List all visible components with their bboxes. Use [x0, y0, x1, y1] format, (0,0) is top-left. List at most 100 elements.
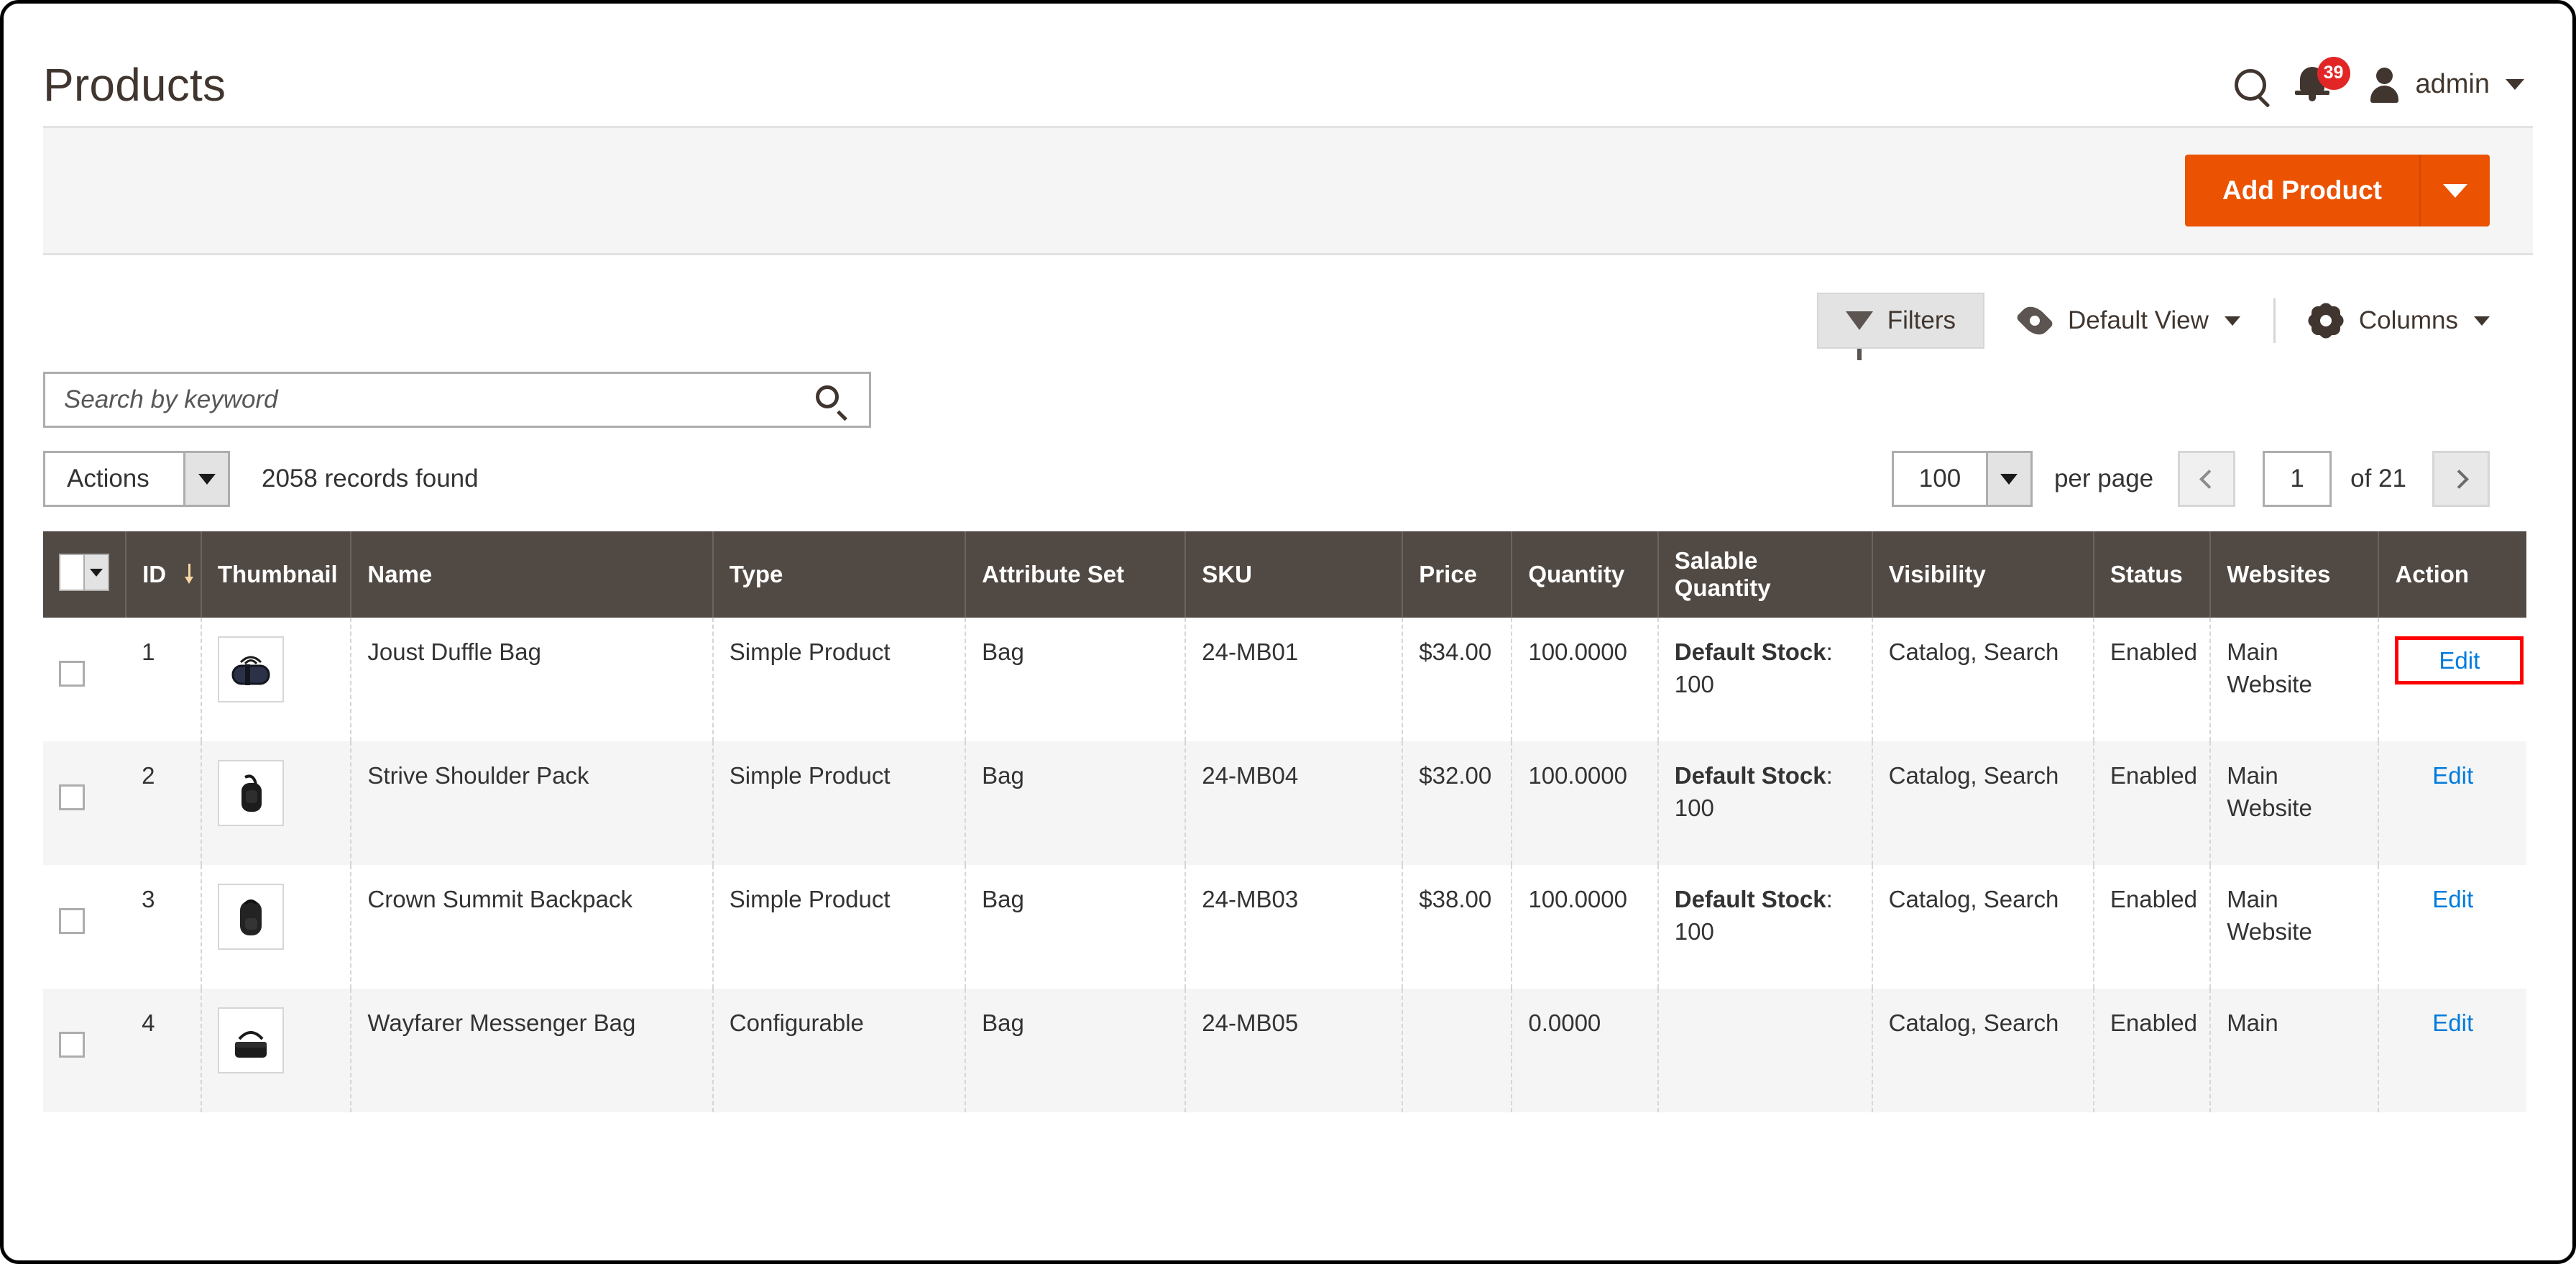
add-product-split-button: Add Product: [2185, 155, 2490, 226]
salable-colon: :: [1826, 762, 1833, 789]
filters-button[interactable]: Filters: [1816, 293, 1985, 360]
search-input[interactable]: [45, 385, 869, 414]
column-header-salable-quantity[interactable]: Salable Quantity: [1657, 531, 1873, 618]
mass-actions-label[interactable]: Actions: [45, 453, 183, 505]
column-header-name[interactable]: Name: [350, 531, 714, 618]
page-title: Products: [43, 58, 226, 111]
salable-stock-value: 100: [1674, 917, 1714, 945]
salable-colon: :: [1826, 638, 1833, 665]
cell-salable-quantity: [1657, 989, 1873, 1112]
column-header-id[interactable]: ID: [125, 531, 202, 618]
row-checkbox[interactable]: [59, 908, 85, 934]
cell-visibility: Catalog, Search: [1872, 865, 2094, 989]
cell-type: Configurable: [712, 989, 967, 1112]
next-page-button[interactable]: [2432, 451, 2490, 507]
column-header-action[interactable]: Action: [2378, 531, 2526, 618]
column-header-quantity[interactable]: Quantity: [1511, 531, 1659, 618]
cell-thumbnail: [201, 989, 352, 1112]
column-header-attribute-set[interactable]: Attribute Set: [965, 531, 1187, 618]
header-actions: 39 admin: [2217, 52, 2534, 118]
table-row: 2 Strive Shoulder Pack Simple Product Ba…: [43, 741, 2526, 865]
edit-link[interactable]: Edit: [2432, 1009, 2473, 1036]
cell-quantity: 100.0000: [1512, 741, 1659, 865]
column-header-thumbnail[interactable]: Thumbnail: [200, 531, 352, 618]
mass-actions-select[interactable]: Actions: [43, 451, 230, 507]
cell-name: Strive Shoulder Pack: [351, 741, 714, 865]
salable-stock-value: 100: [1674, 794, 1714, 821]
edit-link[interactable]: Edit: [2432, 886, 2473, 912]
browser-viewport: Products 39 admin Add Product Filters De…: [0, 0, 2576, 1264]
products-grid-wrapper: ID Thumbnail Name Type Attribute Set SKU…: [43, 507, 2533, 1112]
page-number-input[interactable]: [2265, 464, 2330, 493]
chevron-down-icon: [198, 473, 216, 485]
cell-salable-quantity: Default Stock: 100: [1657, 741, 1873, 865]
page-number-box: [2263, 451, 2332, 507]
columns-dropdown[interactable]: Columns: [2276, 303, 2490, 338]
mass-actions-toggle[interactable]: [183, 453, 228, 505]
cell-attribute-set: Bag: [965, 618, 1187, 741]
add-product-dropdown-toggle[interactable]: [2421, 155, 2490, 226]
row-checkbox[interactable]: [59, 1032, 85, 1058]
cell-visibility: Catalog, Search: [1872, 741, 2094, 865]
cell-websites: Main Website: [2210, 865, 2380, 989]
select-all-dropdown[interactable]: [59, 554, 109, 591]
edit-link[interactable]: Edit: [2432, 762, 2473, 789]
table-row: 4 Wayfarer Messenger Bag Configurable Ba…: [43, 989, 2526, 1112]
previous-page-button[interactable]: [2178, 451, 2236, 507]
column-header-sku[interactable]: SKU: [1184, 531, 1404, 618]
per-page-toggle[interactable]: [1985, 453, 2030, 505]
cell-name: Wayfarer Messenger Bag: [351, 989, 714, 1112]
edit-link[interactable]: Edit: [2439, 647, 2480, 674]
default-view-dropdown[interactable]: Default View: [1984, 303, 2273, 338]
cell-sku: 24-MB04: [1185, 741, 1404, 865]
cell-attribute-set: Bag: [965, 741, 1187, 865]
cell-price: $34.00: [1402, 618, 1513, 741]
row-checkbox[interactable]: [59, 661, 85, 687]
cell-price: $38.00: [1402, 865, 1513, 989]
search-row: [43, 349, 2533, 428]
salable-stock-label: Default Stock: [1674, 886, 1826, 912]
row-checkbox[interactable]: [59, 784, 85, 810]
cell-id: 1: [126, 618, 202, 741]
records-found-count: 2058 records found: [262, 464, 479, 493]
per-page-select[interactable]: 100: [1891, 451, 2033, 507]
cell-type: Simple Product: [712, 618, 967, 741]
admin-page: Products 39 admin Add Product Filters De…: [4, 4, 2572, 1260]
edit-link-highlight: Edit: [2395, 636, 2524, 684]
toolbar-right: 100 per page of 21: [1891, 451, 2490, 507]
chevron-right-icon: [2449, 469, 2469, 489]
search-icon[interactable]: [816, 385, 847, 421]
salable-stock-value: 100: [1674, 670, 1714, 697]
cell-attribute-set: Bag: [965, 989, 1187, 1112]
per-page-value[interactable]: 100: [1894, 453, 1986, 505]
chevron-down-icon: [2000, 473, 2018, 485]
column-header-websites[interactable]: Websites: [2209, 531, 2380, 618]
duffle-bag-thumbnail: [217, 636, 284, 702]
funnel-icon: [1845, 311, 1873, 360]
cell-price: [1402, 989, 1513, 1112]
column-header-price[interactable]: Price: [1402, 531, 1513, 618]
salable-stock-label: Default Stock: [1674, 638, 1826, 665]
salable-colon: :: [1826, 886, 1833, 912]
row-select-cell: [43, 618, 126, 741]
cell-type: Simple Product: [712, 741, 967, 865]
cell-quantity: 100.0000: [1512, 865, 1659, 989]
cell-attribute-set: Bag: [965, 865, 1187, 989]
add-product-button[interactable]: Add Product: [2185, 155, 2421, 226]
column-header-type[interactable]: Type: [712, 531, 967, 618]
column-header-status[interactable]: Status: [2092, 531, 2212, 618]
cell-sku: 24-MB05: [1185, 989, 1404, 1112]
column-header-visibility[interactable]: Visibility: [1871, 531, 2094, 618]
cell-salable-quantity: Default Stock: 100: [1657, 618, 1873, 741]
cell-name: Joust Duffle Bag: [351, 618, 714, 741]
grid-toolbar: Actions 2058 records found 100 per page: [43, 428, 2533, 507]
global-search-button[interactable]: [2217, 52, 2283, 118]
notifications-button[interactable]: 39: [2283, 52, 2350, 118]
cell-visibility: Catalog, Search: [1872, 989, 2094, 1112]
cell-thumbnail: [201, 741, 352, 865]
admin-menu[interactable]: admin: [2350, 67, 2524, 103]
cell-action: Edit: [2378, 989, 2526, 1112]
grid-header: ID Thumbnail Name Type Attribute Set SKU…: [43, 531, 2526, 618]
cell-websites: Main Website: [2210, 618, 2380, 741]
filters-label: Filters: [1887, 306, 1956, 334]
